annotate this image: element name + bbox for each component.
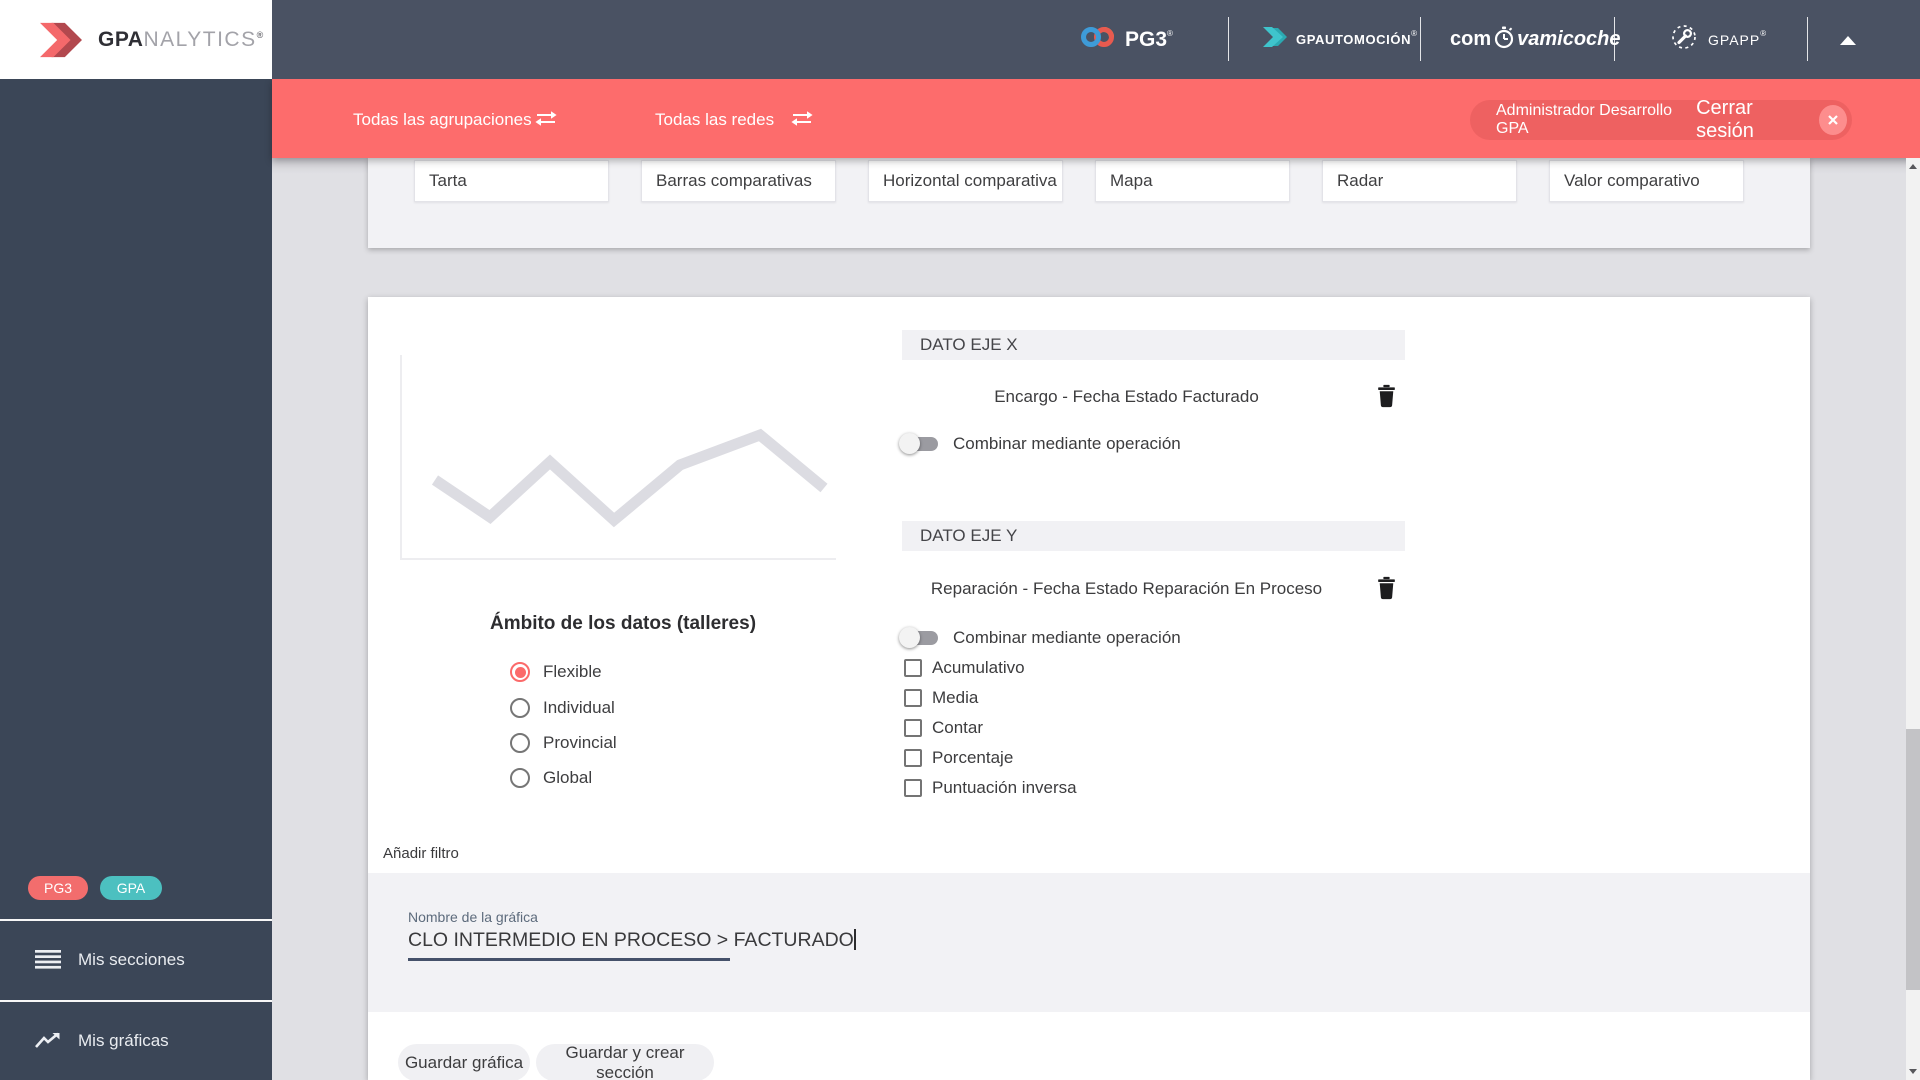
app-logo[interactable]: GPANALYTICS® — [0, 0, 272, 79]
axis-y-combine-toggle[interactable]: Combinar mediante operación — [899, 626, 1181, 650]
trash-icon — [1378, 576, 1395, 600]
toggle-off-icon — [899, 627, 938, 648]
radio-icon — [510, 768, 530, 788]
checkbox-icon — [904, 779, 922, 797]
gpapp-wrench-icon — [1670, 23, 1698, 56]
axis-x-combine-toggle[interactable]: Combinar mediante operación — [899, 432, 1181, 456]
radio-icon — [510, 698, 530, 718]
comprovamicoche-suffix: vamicoche — [1517, 28, 1621, 50]
sidebar-item-mis-secciones[interactable]: Mis secciones — [0, 919, 272, 998]
filter-bar: Todas las agrupaciones Todas las redes A… — [272, 79, 1920, 158]
chart-type-card-barras-comparativas[interactable]: Barras comparativas — [641, 160, 836, 202]
swap-groups-icon[interactable] — [534, 110, 558, 132]
text-caret — [853, 929, 856, 950]
topbar-divider — [1420, 17, 1421, 61]
radio-provincial[interactable]: Provincial — [510, 731, 617, 755]
save-and-create-section-button[interactable]: Guardar y crear sección — [536, 1043, 714, 1080]
scope-title: Ámbito de los datos (talleres) — [489, 613, 757, 634]
sidebar-badge-gpa[interactable]: GPA — [100, 876, 162, 900]
networks-filter-label[interactable]: Todas las redes — [655, 110, 774, 130]
toggle-off-icon — [899, 433, 938, 454]
comprovamicoche-prefix: com — [1450, 28, 1492, 50]
sidebar-badge-pg3[interactable]: PG3 — [28, 876, 88, 900]
axis-y-field-row: Reparación - Fecha Estado Reparación En … — [902, 573, 1405, 605]
brand-pg3[interactable]: PG3 ® — [1080, 0, 1173, 79]
chart-name-panel: Nombre de la gráfica CLO INTERMEDIO EN P… — [368, 873, 1810, 1012]
checkbox-porcentaje[interactable]: Porcentaje — [904, 746, 1013, 770]
session-pill: Administrador Desarrollo GPA Cerrar sesi… — [1470, 97, 1852, 143]
chart-type-selector: Tarta Barras comparativas Horizontal com… — [368, 158, 1810, 248]
gpautomocion-label: GPAUTOMOCIÓN — [1296, 32, 1412, 47]
page: PG3 ® GPAUTOMOCIÓN ® com vamicoche GPAPP… — [0, 0, 1920, 1080]
brand-comprovamicoche[interactable]: com vamicoche — [1450, 0, 1621, 79]
topbar-divider — [1228, 17, 1229, 61]
checkbox-puntuacion-inversa[interactable]: Puntuación inversa — [904, 776, 1077, 800]
trash-icon — [1378, 384, 1395, 408]
chart-name-label: Nombre de la gráfica — [408, 909, 538, 925]
radio-flexible[interactable]: Flexible — [510, 660, 602, 684]
radio-global[interactable]: Global — [510, 766, 592, 790]
gpautomocion-arrow-icon — [1262, 25, 1288, 54]
collapse-topbar-arrow-icon[interactable] — [1840, 36, 1856, 45]
delete-axis-x-button[interactable] — [1376, 384, 1397, 414]
gpapp-registered: ® — [1760, 29, 1767, 38]
app-logo-text: GPANALYTICS® — [98, 27, 264, 51]
sidebar-item-label: Mis secciones — [78, 949, 185, 969]
chart-name-input[interactable]: CLO INTERMEDIO EN PROCESO > FACTURADO — [408, 929, 856, 961]
sidebar: PG3 GPA Mis secciones Mis gráficas — [0, 79, 272, 1080]
axis-x-field-row: Encargo - Fecha Estado Facturado — [902, 381, 1405, 413]
sidebar-item-mis-graficas[interactable]: Mis gráficas — [0, 1000, 272, 1079]
add-filter-button[interactable]: Añadir filtro — [383, 845, 459, 862]
axis-x-header: DATO EJE X — [902, 330, 1405, 360]
close-icon — [1828, 115, 1838, 125]
gpanalytics-arrow-icon — [40, 22, 82, 57]
menu-icon — [35, 950, 61, 969]
checkbox-icon — [904, 719, 922, 737]
pg3-registered: ® — [1167, 29, 1173, 38]
checkbox-contar[interactable]: Contar — [904, 716, 983, 740]
chart-type-card-mapa[interactable]: Mapa — [1095, 160, 1290, 202]
brand-gpapp[interactable]: GPAPP ® — [1670, 0, 1766, 79]
gpapp-label: GPAPP — [1708, 31, 1761, 48]
topbar-divider — [1807, 17, 1808, 61]
save-chart-button[interactable]: Guardar gráfica — [398, 1044, 530, 1080]
user-name[interactable]: Administrador Desarrollo GPA — [1496, 102, 1696, 138]
axis-y-header: DATO EJE Y — [902, 521, 1405, 551]
axis-y-field-value: Reparación - Fecha Estado Reparación En … — [930, 579, 1323, 598]
topbar-divider — [1614, 17, 1615, 61]
top-bar: PG3 ® GPAUTOMOCIÓN ® com vamicoche GPAPP… — [272, 0, 1920, 79]
scrollbar-thumb[interactable] — [1906, 729, 1920, 990]
scroll-down-arrow-icon[interactable] — [1909, 1069, 1917, 1074]
chart-type-card-radar[interactable]: Radar — [1322, 160, 1517, 202]
radio-individual[interactable]: Individual — [510, 696, 615, 720]
checkbox-media[interactable]: Media — [904, 686, 978, 710]
gpautomocion-registered: ® — [1411, 29, 1417, 38]
chart-type-card-valor-comparativo[interactable]: Valor comparativo — [1549, 160, 1744, 202]
line-chart-icon — [35, 1032, 61, 1050]
delete-axis-y-button[interactable] — [1376, 576, 1397, 606]
sidebar-item-label: Mis gráficas — [78, 1030, 169, 1050]
chart-type-card-tarta[interactable]: Tarta — [414, 160, 609, 202]
preview-line — [431, 428, 828, 528]
clock-icon — [1491, 26, 1517, 54]
radio-icon — [510, 662, 530, 682]
vertical-scrollbar[interactable] — [1906, 158, 1920, 1080]
chart-preview — [400, 355, 836, 560]
chart-editor-panel: Ámbito de los datos (talleres) Flexible … — [368, 297, 1810, 1080]
checkbox-icon — [904, 659, 922, 677]
pg3-infinity-icon — [1080, 24, 1116, 55]
logout-close-button[interactable] — [1818, 105, 1847, 135]
checkbox-acumulativo[interactable]: Acumulativo — [904, 656, 1025, 680]
axis-x-field-value: Encargo - Fecha Estado Facturado — [994, 387, 1259, 406]
brand-gpautomocion[interactable]: GPAUTOMOCIÓN ® — [1262, 0, 1417, 79]
radio-icon — [510, 733, 530, 753]
pg3-label: PG3 — [1125, 27, 1168, 51]
checkbox-icon — [904, 689, 922, 707]
chart-type-card-horizontal-comparativa[interactable]: Horizontal comparativa — [868, 160, 1063, 202]
checkbox-icon — [904, 749, 922, 767]
scroll-up-arrow-icon[interactable] — [1909, 164, 1917, 169]
logout-button[interactable]: Cerrar sesión — [1696, 97, 1809, 143]
groups-filter-label[interactable]: Todas las agrupaciones — [353, 110, 532, 130]
swap-networks-icon[interactable] — [790, 110, 814, 132]
